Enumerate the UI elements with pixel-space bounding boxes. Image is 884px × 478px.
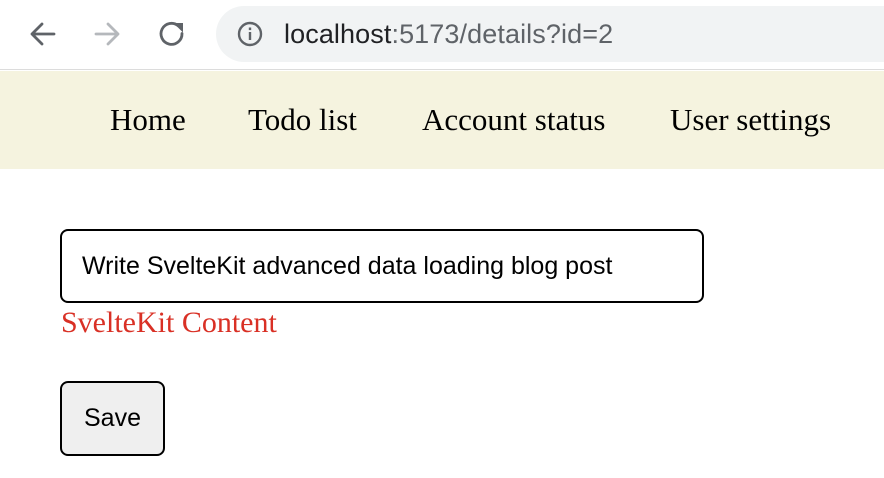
url-host: localhost [284, 19, 392, 49]
back-button[interactable] [24, 15, 62, 53]
url-text[interactable]: localhost:5173/details?id=2 [284, 18, 613, 50]
arrow-right-icon [94, 22, 120, 46]
address-bar[interactable]: localhost:5173/details?id=2 [216, 6, 884, 62]
main-nav: Home Todo list Account status User setti… [0, 71, 884, 169]
forward-button[interactable] [88, 15, 126, 53]
content-label: SvelteKit Content [61, 306, 277, 339]
todo-title-input[interactable] [60, 229, 704, 303]
reload-button[interactable] [153, 15, 191, 53]
arrow-left-icon [30, 22, 56, 46]
browser-toolbar: localhost:5173/details?id=2 [0, 0, 884, 70]
reload-icon [159, 21, 184, 46]
info-icon[interactable] [237, 21, 263, 47]
save-button[interactable]: Save [60, 381, 165, 456]
nav-link-todo-list[interactable]: Todo list [248, 101, 357, 139]
nav-link-account-status[interactable]: Account status [422, 101, 605, 139]
url-path: :5173/details?id=2 [391, 19, 614, 49]
nav-link-home[interactable]: Home [110, 101, 186, 139]
nav-link-user-settings[interactable]: User settings [670, 101, 831, 139]
